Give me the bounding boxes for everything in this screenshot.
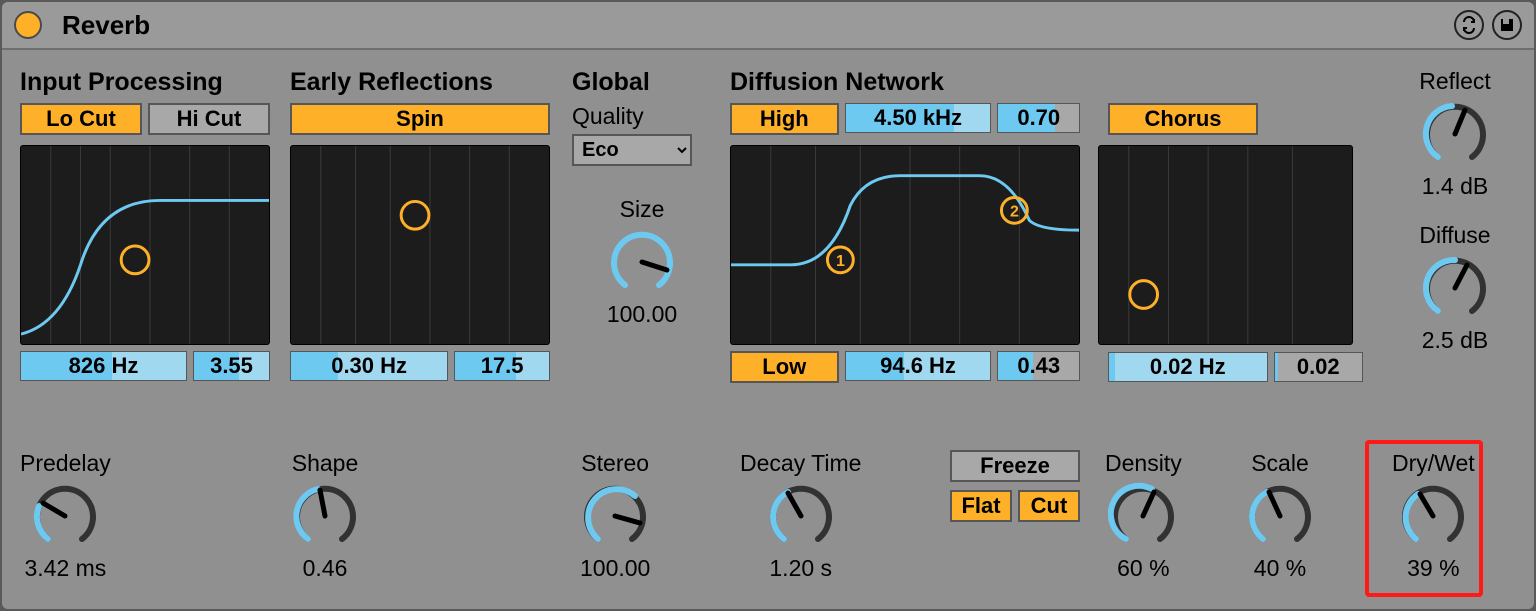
global-label: Global	[572, 68, 712, 97]
size-label: Size	[620, 196, 665, 223]
spin-rate-field[interactable]: 0.30 Hz	[290, 351, 448, 381]
spin-amount-field[interactable]: 17.5	[454, 351, 550, 381]
high-freq-field[interactable]: 4.50 kHz	[845, 103, 992, 133]
svg-text:2: 2	[1010, 203, 1019, 220]
chorus-handle-icon	[1130, 281, 1158, 309]
predelay-knob[interactable]	[30, 481, 100, 551]
save-preset-button[interactable]	[1492, 10, 1522, 40]
dry-wet-value: 39 %	[1407, 555, 1459, 582]
dry-wet-label: Dry/Wet	[1392, 450, 1475, 477]
save-icon	[1499, 17, 1515, 33]
cut-button[interactable]: Cut	[1018, 490, 1080, 522]
density-knob[interactable]	[1108, 481, 1178, 551]
scale-knob[interactable]	[1245, 481, 1315, 551]
predelay-label: Predelay	[20, 450, 111, 477]
reflect-knob[interactable]	[1420, 99, 1490, 169]
stereo-knob[interactable]	[580, 481, 650, 551]
density-value: 60 %	[1117, 555, 1169, 582]
hot-swap-button[interactable]	[1454, 10, 1484, 40]
high-shelf-button[interactable]: High	[730, 103, 839, 135]
size-knob[interactable]	[607, 227, 677, 297]
low-shelf-button[interactable]: Low	[730, 351, 839, 383]
stereo-value: 100.00	[580, 555, 650, 582]
decay-time-value: 1.20 s	[769, 555, 832, 582]
predelay-value: 3.42 ms	[24, 555, 106, 582]
spin-display[interactable]	[290, 145, 550, 345]
device-title: Reverb	[62, 10, 150, 41]
chorus-amount-field[interactable]: 0.02	[1274, 352, 1364, 382]
diffuse-label: Diffuse	[1419, 222, 1490, 249]
stereo-label: Stereo	[581, 450, 649, 477]
dry-wet-knob[interactable]	[1398, 481, 1468, 551]
shape-value: 0.46	[303, 555, 348, 582]
quality-dropdown[interactable]: Eco	[572, 134, 692, 166]
quality-label: Quality	[572, 103, 712, 130]
decay-time-label: Decay Time	[740, 450, 861, 477]
low-shelf-handle-icon: 1	[827, 247, 853, 273]
hi-cut-button[interactable]: Hi Cut	[148, 103, 270, 135]
diffuse-value: 2.5 dB	[1422, 327, 1489, 354]
scale-value: 40 %	[1254, 555, 1306, 582]
spin-handle-icon	[401, 201, 429, 229]
chorus-display[interactable]	[1098, 145, 1353, 345]
device-on-toggle[interactable]	[14, 11, 42, 39]
high-amount-field[interactable]: 0.70	[997, 103, 1080, 133]
shelf-filter-display[interactable]: 1 2	[730, 145, 1080, 345]
density-label: Density	[1105, 450, 1182, 477]
shape-label: Shape	[292, 450, 359, 477]
swap-icon	[1460, 16, 1478, 34]
shape-knob[interactable]	[290, 481, 360, 551]
chorus-rate-field[interactable]: 0.02 Hz	[1108, 352, 1268, 382]
low-amount-field[interactable]: 0.43	[997, 351, 1080, 381]
input-width-field[interactable]: 3.55	[193, 351, 270, 381]
low-freq-field[interactable]: 94.6 Hz	[845, 351, 992, 381]
size-value: 100.00	[607, 301, 677, 328]
input-filter-display[interactable]	[20, 145, 270, 345]
decay-time-knob[interactable]	[766, 481, 836, 551]
early-reflections-label: Early Reflections	[290, 68, 550, 97]
title-bar: Reverb	[2, 2, 1534, 50]
chorus-button[interactable]: Chorus	[1108, 103, 1258, 135]
filter-handle-icon	[121, 246, 149, 274]
reverb-device: Reverb Input Processing Lo Cut	[0, 0, 1536, 611]
svg-text:1: 1	[836, 253, 845, 270]
flat-button[interactable]: Flat	[950, 490, 1012, 522]
spin-button[interactable]: Spin	[290, 103, 550, 135]
diffuse-knob[interactable]	[1420, 253, 1490, 323]
reflect-label: Reflect	[1419, 68, 1491, 95]
input-processing-label: Input Processing	[20, 68, 270, 97]
freeze-button[interactable]: Freeze	[950, 450, 1080, 482]
scale-label: Scale	[1251, 450, 1309, 477]
input-freq-field[interactable]: 826 Hz	[20, 351, 187, 381]
reflect-value: 1.4 dB	[1422, 173, 1489, 200]
lo-cut-button[interactable]: Lo Cut	[20, 103, 142, 135]
diffusion-network-label: Diffusion Network	[730, 68, 1370, 97]
